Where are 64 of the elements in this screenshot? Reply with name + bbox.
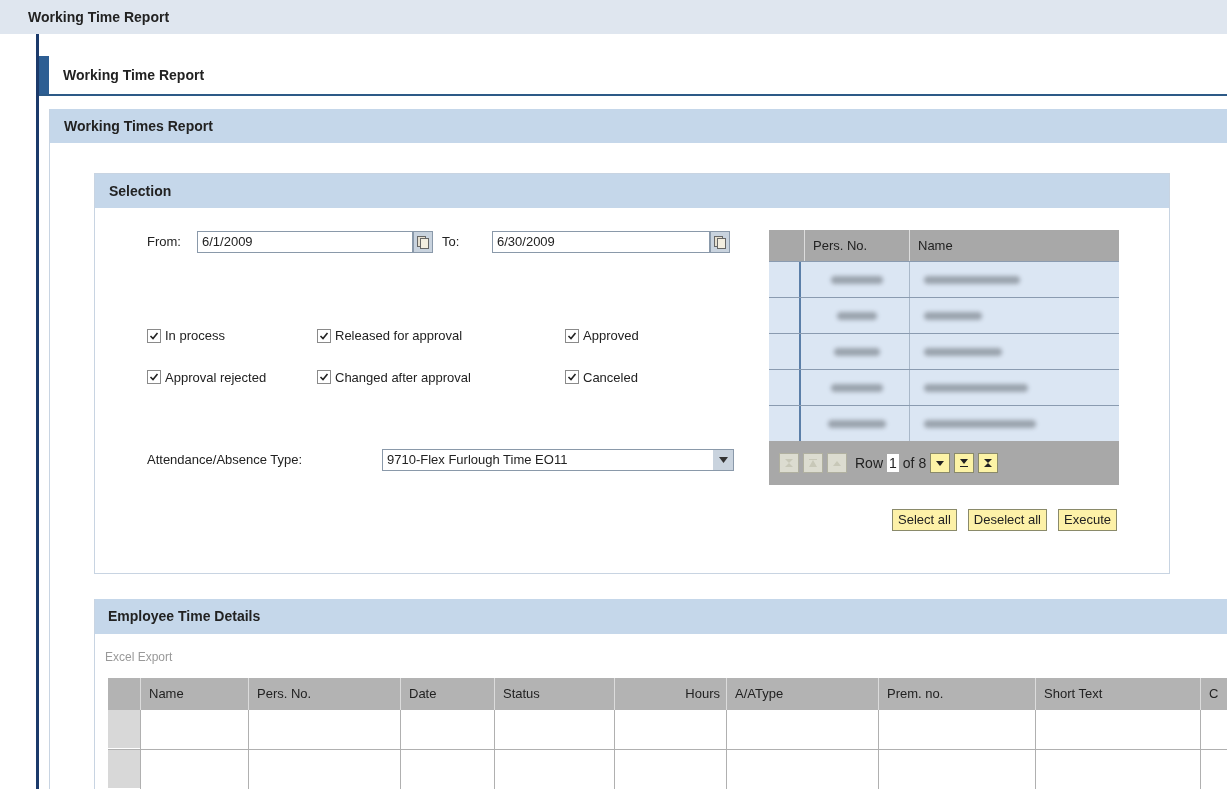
pager-button[interactable]: [978, 453, 999, 473]
column-header: Pers. No.: [248, 678, 400, 710]
calendar-button[interactable]: [710, 231, 730, 253]
arrow-icon: [784, 458, 794, 468]
column-header: Name: [140, 678, 248, 710]
panel-title: Working Times Report: [64, 116, 213, 136]
row-selector[interactable]: [769, 262, 801, 297]
arrow-icon: [935, 458, 946, 468]
blurred-text: [833, 347, 880, 356]
checkbox-label: Approval rejected: [165, 368, 267, 387]
arrow-icon: [959, 458, 970, 468]
action-button[interactable]: Select all: [892, 509, 957, 531]
checkbox-label: In process: [165, 327, 225, 345]
column-header: Short Text: [1035, 678, 1200, 710]
absence-type-label: Attendance/Absence Type:: [147, 451, 304, 470]
group-title: Employee Time Details: [108, 607, 261, 626]
calendar-button[interactable]: [413, 231, 433, 253]
from-date-field[interactable]: 6/1/2009: [197, 231, 413, 253]
checkbox-label: Released for approval: [335, 327, 463, 345]
column-header: Date: [400, 678, 494, 710]
checkbox[interactable]: [565, 328, 579, 343]
pager-button[interactable]: [930, 453, 951, 473]
calendar-icon: [417, 235, 429, 249]
row-number-field[interactable]: 1: [887, 454, 899, 472]
row-selector[interactable]: [769, 298, 801, 333]
row-selector[interactable]: [769, 334, 801, 369]
arrow-icon: [808, 458, 818, 468]
blurred-text: [830, 383, 883, 392]
dropdown-value: 9710-Flex Furlough Time EO11: [386, 451, 569, 470]
column-header: Pers. No.: [804, 230, 909, 261]
row-selector[interactable]: [769, 370, 801, 405]
blurred-text: [827, 419, 886, 428]
group-title: Selection: [109, 181, 172, 201]
from-label: From:: [147, 233, 182, 252]
blurred-text: [924, 311, 982, 320]
row-selector[interactable]: [769, 406, 801, 441]
column-header: C: [1200, 678, 1227, 710]
column-header: Status: [494, 678, 614, 710]
pager-label: Row: [855, 453, 883, 473]
checkbox[interactable]: [565, 370, 579, 385]
blurred-text: [836, 311, 877, 320]
checkbox[interactable]: [317, 328, 331, 343]
page-title: Working Time Report: [28, 7, 170, 27]
column-header: Hours: [614, 678, 726, 710]
action-button[interactable]: Execute: [1058, 509, 1117, 531]
calendar-icon: [714, 235, 726, 249]
checkbox[interactable]: [317, 370, 331, 385]
column-header: Name: [909, 230, 1119, 261]
pager-button[interactable]: [954, 453, 975, 473]
absence-type-dropdown[interactable]: 9710-Flex Furlough Time EO11: [382, 449, 734, 471]
blurred-text: [830, 275, 883, 284]
to-label: To:: [442, 233, 461, 252]
checkbox-label: Canceled: [583, 368, 638, 387]
section-title: Working Time Report: [63, 65, 205, 85]
action-button[interactable]: Deselect all: [967, 509, 1047, 531]
checkbox-label: Changed after approval: [335, 368, 471, 387]
checkbox[interactable]: [147, 370, 161, 385]
column-header: Prem. no.: [878, 678, 1035, 710]
to-date-field[interactable]: 6/30/2009: [492, 231, 710, 253]
arrow-icon: [983, 458, 994, 468]
checkbox[interactable]: [147, 328, 161, 343]
column-header: A/AType: [726, 678, 878, 710]
checkbox-label: Approved: [583, 327, 639, 345]
pager-total: of 8: [902, 453, 927, 473]
